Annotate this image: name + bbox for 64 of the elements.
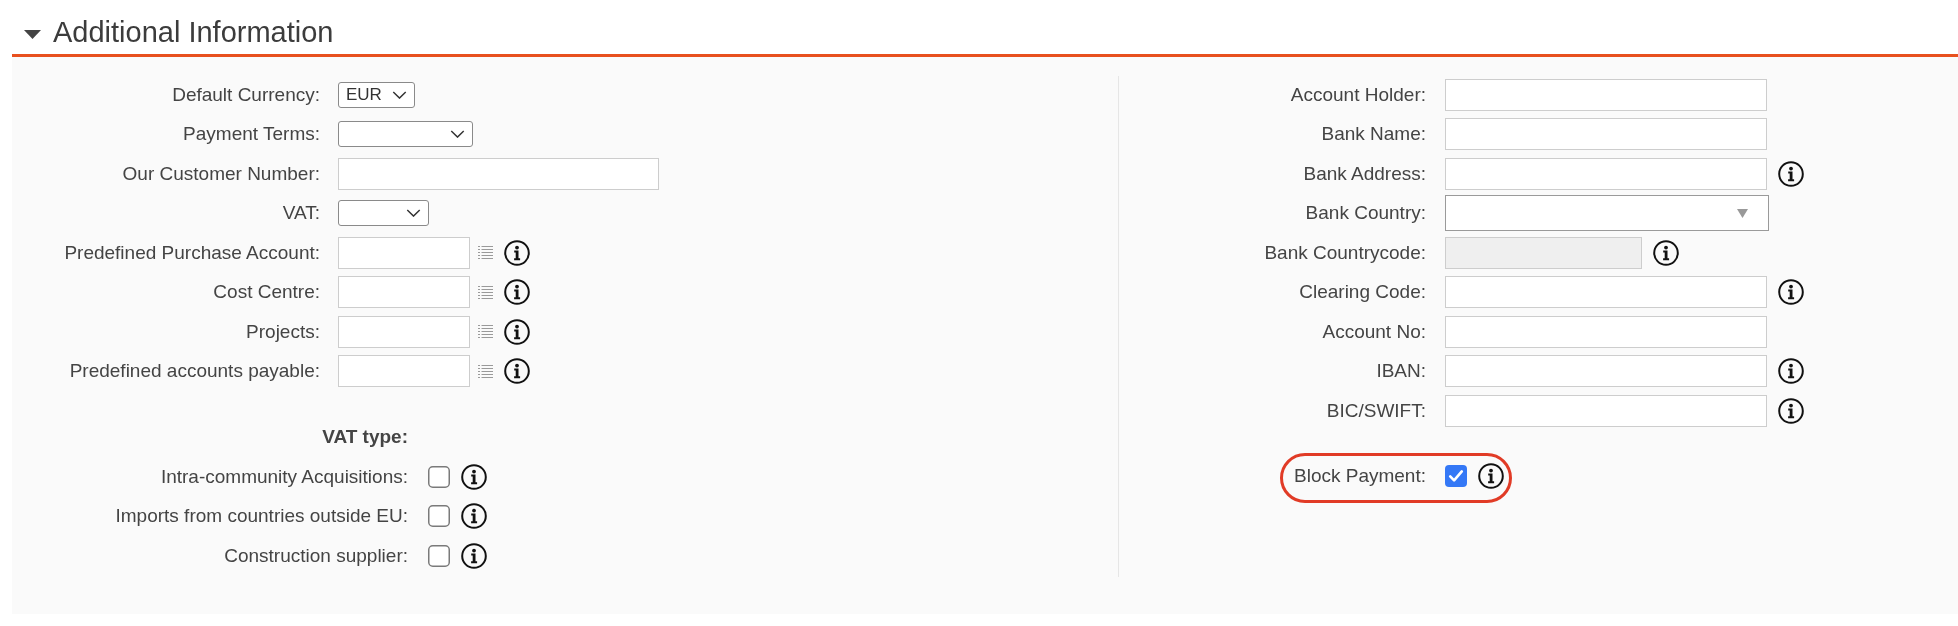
info-icon[interactable]: [1478, 463, 1504, 490]
text-field[interactable]: [338, 157, 659, 190]
field-label: Bank Name:: [1321, 123, 1426, 146]
field-label: Payment Terms:: [183, 123, 320, 145]
field-label: Predefined Purchase Account:: [64, 241, 320, 264]
checkbox-label: Intra-community Acquisitions:: [160, 465, 408, 488]
info-icon[interactable]: [1778, 358, 1804, 385]
field-label: Our Customer Number:: [122, 162, 320, 185]
chevron-down-icon: [406, 209, 421, 217]
field-label: Projects:: [246, 320, 320, 343]
text-field[interactable]: [1445, 276, 1767, 309]
checkbox[interactable]: [428, 465, 450, 488]
text-field[interactable]: [1445, 157, 1767, 190]
list-icon[interactable]: [478, 325, 493, 338]
info-icon[interactable]: [461, 503, 487, 529]
field-label: Account No:: [1322, 320, 1426, 343]
checkbox-label: Block Payment:: [1294, 465, 1426, 488]
text-field[interactable]: [1445, 315, 1767, 348]
lookup-field[interactable]: [338, 315, 470, 348]
combobox[interactable]: [1445, 195, 1769, 232]
text-field[interactable]: [1445, 355, 1767, 388]
field-label: Account Holder:: [1290, 83, 1426, 106]
checkbox[interactable]: [428, 544, 450, 567]
list-icon[interactable]: [478, 364, 493, 378]
caret-down-icon: [1737, 208, 1748, 218]
lookup-field[interactable]: [338, 276, 470, 308]
info-icon[interactable]: [461, 463, 487, 490]
info-icon[interactable]: [1778, 397, 1804, 424]
lookup-field[interactable]: [338, 355, 470, 387]
field-label: Default Currency:: [172, 83, 320, 106]
info-icon[interactable]: [1778, 160, 1804, 187]
field-label: Bank Countrycode:: [1264, 241, 1426, 264]
field-label: Clearing Code:: [1299, 281, 1426, 304]
field-label: VAT:: [282, 202, 320, 224]
lookup-field[interactable]: [338, 236, 470, 269]
info-icon[interactable]: [1778, 279, 1804, 306]
checkbox[interactable]: [428, 505, 450, 527]
info-icon[interactable]: [504, 318, 530, 345]
field-label: Bank Address:: [1303, 162, 1426, 185]
checkbox-label: Construction supplier:: [224, 544, 408, 567]
list-icon[interactable]: [478, 246, 493, 259]
chevron-down-icon: [392, 90, 407, 99]
field-label: BIC/SWIFT:: [1326, 399, 1426, 422]
list-icon[interactable]: [478, 285, 493, 299]
field-label: IBAN:: [1376, 360, 1426, 383]
field-label: Bank Country:: [1305, 202, 1426, 225]
dropdown[interactable]: [338, 200, 429, 226]
info-icon[interactable]: [504, 358, 530, 384]
text-field[interactable]: [1445, 394, 1767, 427]
section-title: Additional Information: [53, 17, 334, 47]
chevron-down-icon: [450, 130, 465, 138]
field-label: Predefined accounts payable:: [69, 360, 320, 382]
field-label: Cost Centre:: [213, 281, 320, 303]
caret-down-icon[interactable]: [24, 29, 41, 39]
dropdown[interactable]: EUR: [338, 81, 415, 108]
info-icon[interactable]: [504, 239, 530, 266]
group-heading: VAT type:: [322, 426, 408, 448]
info-icon[interactable]: [504, 279, 530, 305]
text-field[interactable]: [1445, 118, 1767, 151]
text-field[interactable]: [1445, 78, 1767, 111]
checkbox[interactable]: [1445, 465, 1467, 488]
info-icon[interactable]: [461, 542, 487, 569]
dropdown[interactable]: [338, 121, 473, 147]
checkbox-label: Imports from countries outside EU:: [115, 505, 408, 527]
